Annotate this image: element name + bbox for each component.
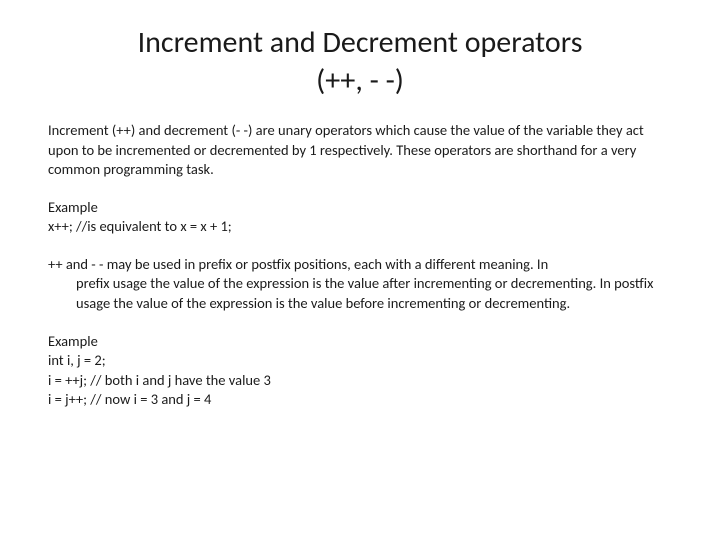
title-line-1: Increment and Decrement operators	[138, 24, 583, 61]
example-1-code: x++; //is equivalent to x = x + 1;	[48, 217, 672, 237]
example-2-block: Example int i, j = 2; i = ++j; // both i…	[48, 332, 672, 410]
example-2-line-3: i = j++; // now i = 3 and j = 4	[48, 390, 672, 410]
title-line-2: (++, - -)	[316, 62, 404, 99]
example-2-line-2: i = ++j; // both i and j have the value …	[48, 371, 672, 391]
example-2-line-1: int i, j = 2;	[48, 351, 672, 371]
para2-rest: prefix usage the value of the expression…	[48, 274, 672, 313]
slide-body: Increment (++) and decrement (- -) are u…	[48, 121, 672, 410]
example-1-label: Example	[48, 198, 672, 218]
para2-lead: ++ and - - may be used in prefix or post…	[48, 255, 672, 275]
paragraph-prefix-postfix: ++ and - - may be used in prefix or post…	[48, 255, 672, 314]
paragraph-intro: Increment (++) and decrement (- -) are u…	[48, 121, 672, 180]
example-2-label: Example	[48, 332, 672, 352]
slide-title: Increment and Decrement operators (++, -…	[48, 24, 672, 99]
example-1-block: Example x++; //is equivalent to x = x + …	[48, 198, 672, 237]
